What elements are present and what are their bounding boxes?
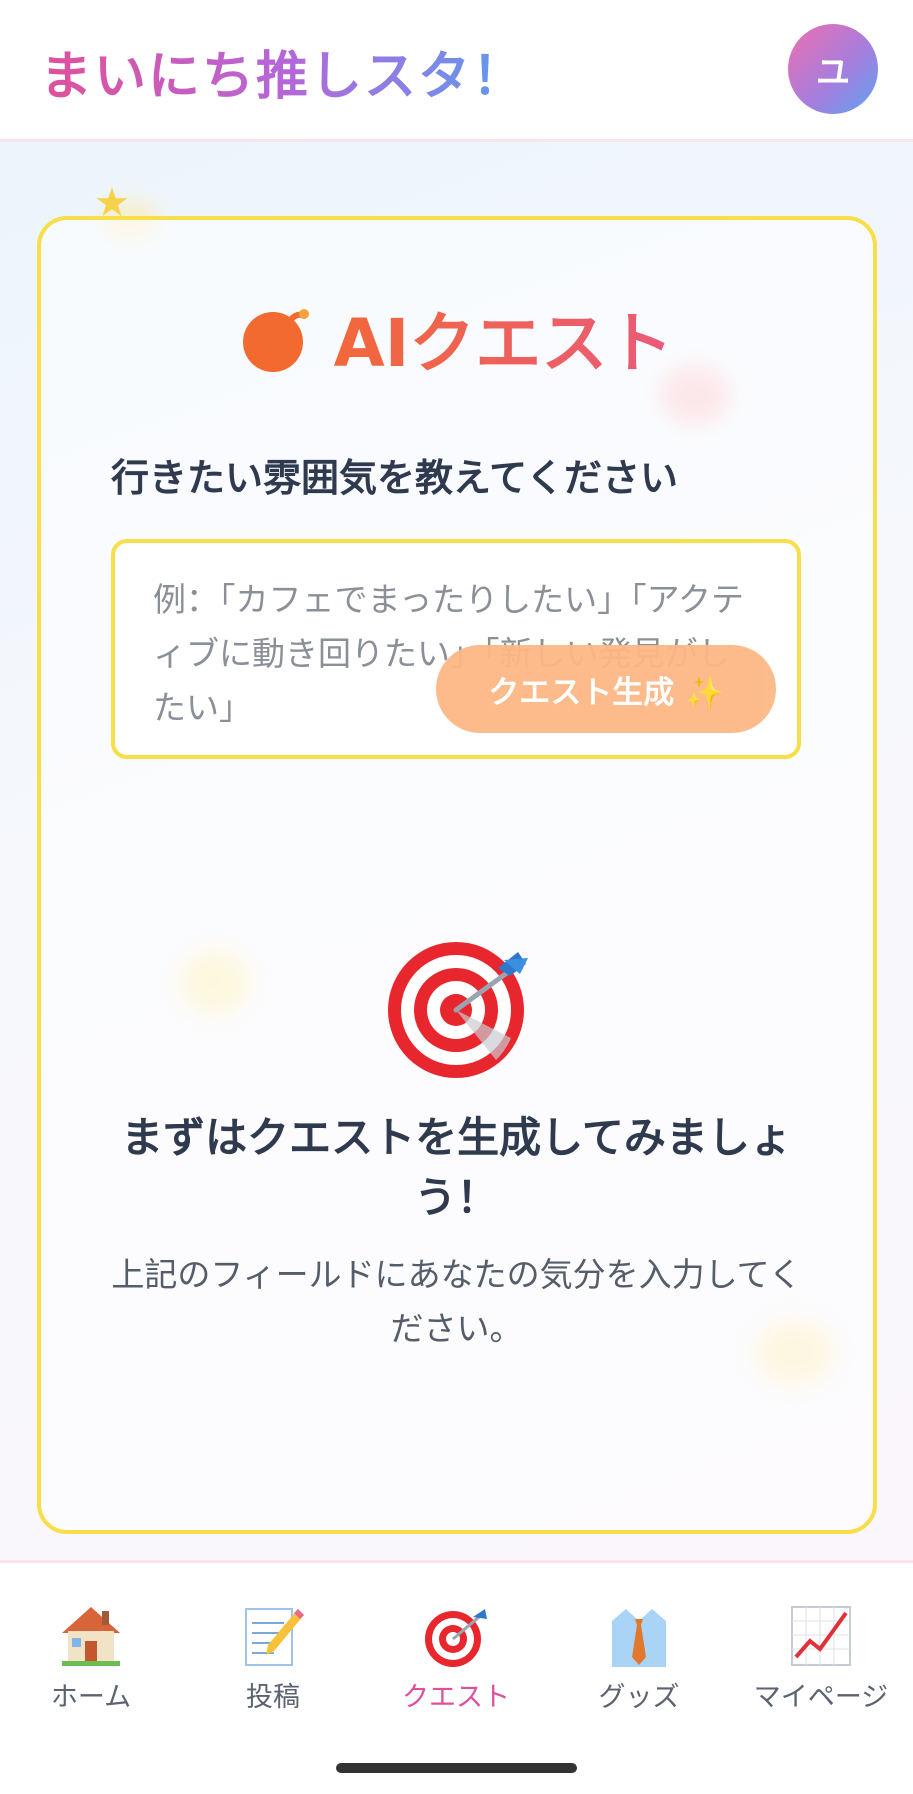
- nav-label: マイページ: [753, 1682, 889, 1713]
- nav-label: ホーム: [50, 1682, 132, 1713]
- empty-state-description: 上記のフィールドにあなたの気分を入力してください。: [111, 1255, 802, 1348]
- bomb-icon: [240, 302, 312, 374]
- nav-item-home[interactable]: ホーム: [0, 1603, 182, 1713]
- star-icon: ★: [94, 180, 130, 226]
- avatar[interactable]: ユ: [788, 24, 878, 114]
- nav-item-goods[interactable]: グッズ: [548, 1603, 730, 1713]
- target-icon: [423, 1603, 489, 1669]
- house-icon: [58, 1603, 124, 1669]
- quest-page: まいにち推しスタ！ ユ ★ AIクエスト 行きたい雰囲気を教えてください 例：「…: [0, 0, 913, 1794]
- quest-heading: AIクエスト: [0, 290, 913, 386]
- app-header: まいにち推しスタ！ ユ: [0, 0, 913, 142]
- empty-state-title: まずはクエストを生成してみましょう！: [121, 1113, 792, 1222]
- chart-icon: [788, 1603, 854, 1669]
- target-icon: [386, 930, 536, 1080]
- nav-label: 投稿: [246, 1682, 300, 1713]
- nav-label: グッズ: [598, 1682, 680, 1713]
- generate-quest-button[interactable]: クエスト生成 ✨: [436, 645, 776, 733]
- bottom-nav: ホーム 投稿 クエスト グッズ マイページ: [0, 1560, 913, 1794]
- nav-item-quest[interactable]: クエスト: [365, 1603, 547, 1713]
- nav-label: クエスト: [402, 1682, 510, 1713]
- nav-item-mypage[interactable]: マイページ: [730, 1603, 912, 1713]
- home-indicator: [336, 1763, 577, 1773]
- memo-icon: [240, 1603, 306, 1669]
- nav-item-post[interactable]: 投稿: [182, 1603, 364, 1713]
- question-label: 行きたい雰囲気を教えてください: [111, 456, 678, 500]
- shirt-icon: [606, 1603, 672, 1669]
- quest-title: AIクエスト: [334, 290, 674, 386]
- app-title: まいにち推しスタ！: [40, 34, 526, 109]
